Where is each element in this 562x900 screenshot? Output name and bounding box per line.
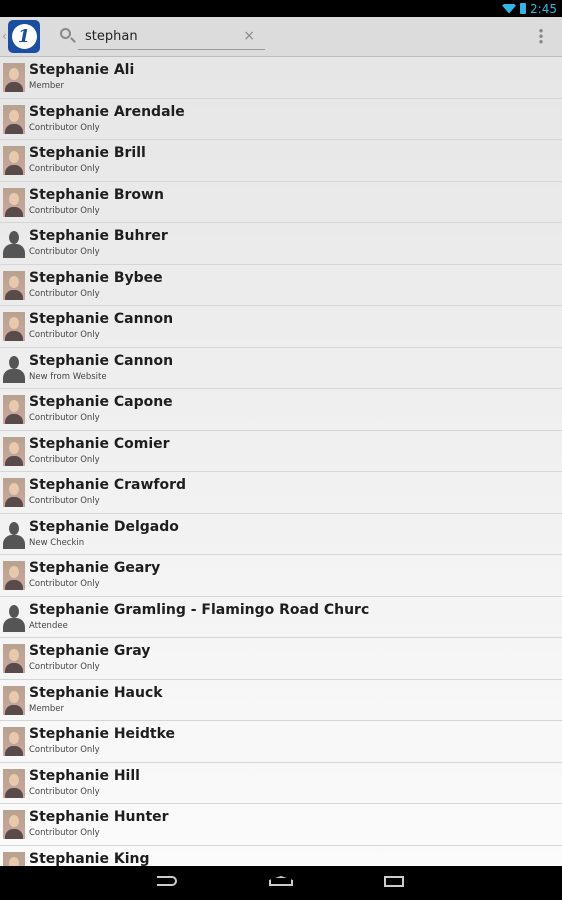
contact-role: Contributor Only [29,247,100,257]
contact-row[interactable]: Stephanie Delgado New Checkin [0,514,562,555]
contact-role: Contributor Only [29,662,100,672]
search-icon [60,28,71,39]
avatar [3,520,25,549]
contact-name: Stephanie Crawford [29,477,187,493]
avatar [3,810,25,839]
avatar [3,644,25,673]
contact-role: Contributor Only [29,579,100,589]
avatar [3,436,25,466]
avatar [3,685,25,715]
contact-name: Stephanie Hauck [29,684,163,701]
contact-row[interactable]: Stephanie Buhrer Contributor Only [0,223,562,265]
contact-role: Contributor Only [29,164,100,174]
avatar [3,395,25,424]
contact-role: Contributor Only [29,205,100,216]
contact-row[interactable]: Stephanie Brown Contributor Only [0,182,562,223]
contact-row[interactable]: Stephanie Capone Contributor Only [0,389,562,431]
contact-row[interactable]: Stephanie Crawford Contributor Only [0,472,562,514]
clear-search-icon[interactable]: × [243,28,255,44]
contact-row[interactable]: Stephanie Hill Contributor Only [0,763,562,804]
contact-name: Stephanie Cannon [29,352,174,369]
avatar [3,727,25,756]
contact-name: Stephanie Brill [29,145,146,161]
avatar [3,63,25,92]
contact-row[interactable]: Stephanie Gray Contributor Only [0,638,562,680]
navigation-bar [0,866,562,900]
avatar [3,851,25,866]
contact-row[interactable]: Stephanie Ali Member [0,57,562,99]
action-bar: ‹ 1 × [0,17,562,57]
home-icon[interactable] [269,876,293,886]
contact-role: Contributor Only [29,454,100,465]
contact-name: Stephanie Buhrer [29,228,168,244]
contact-role: Member [29,81,64,91]
avatar [3,187,25,217]
contact-name: Stephanie Hunter [29,809,169,825]
avatar [3,561,25,590]
contact-name: Stephanie Cannon [29,311,174,327]
contact-name: Stephanie Heidtke [29,726,175,742]
contact-name: Stephanie Hill [29,767,140,784]
contact-role: Contributor Only [29,413,100,423]
contact-name: Stephanie Gramling - Flamingo Road Churc [29,601,370,618]
contact-row[interactable]: Stephanie Cannon Contributor Only [0,306,562,348]
avatar [3,270,25,300]
avatar [3,229,25,258]
contact-role: Contributor Only [29,496,100,506]
contact-name: Stephanie King [29,850,150,867]
overflow-menu-icon[interactable] [539,28,543,44]
contact-role: Attendee [29,620,68,631]
avatar [3,603,25,632]
avatar [3,354,25,383]
avatar [3,768,25,798]
contact-name: Stephanie Bybee [29,269,163,286]
contact-role: New from Website [29,371,107,382]
contact-role: Contributor Only [29,122,100,133]
contact-role: New Checkin [29,537,85,548]
contact-row[interactable]: Stephanie King [0,846,562,867]
search-input[interactable] [78,23,228,49]
contact-row[interactable]: Stephanie Hunter Contributor Only [0,804,562,846]
contact-row[interactable]: Stephanie Comier Contributor Only [0,431,562,472]
contact-row[interactable]: Stephanie Brill Contributor Only [0,140,562,182]
contact-name: Stephanie Capone [29,394,173,410]
contact-name: Stephanie Arendale [29,103,185,120]
avatar [3,104,25,134]
contact-name: Stephanie Gray [29,643,151,659]
contact-list[interactable]: Stephanie Ali Member Stephanie Arendale … [0,57,562,866]
battery-icon [520,3,527,14]
contact-row[interactable]: Stephanie Geary Contributor Only [0,555,562,597]
contact-row[interactable]: Stephanie Bybee Contributor Only [0,265,562,306]
avatar [3,146,25,175]
contact-name: Stephanie Brown [29,186,164,203]
wifi-icon [502,3,517,14]
avatar [3,312,25,341]
contact-row[interactable]: Stephanie Arendale Contributor Only [0,99,562,140]
contact-row[interactable]: Stephanie Cannon New from Website [0,348,562,389]
avatar [3,478,25,507]
contact-role: Contributor Only [29,745,100,755]
contact-role: Contributor Only [29,786,100,797]
contact-name: Stephanie Geary [29,560,161,576]
search-field[interactable]: × [78,23,265,50]
contact-role: Member [29,703,64,714]
recent-apps-icon[interactable] [384,876,404,887]
app-logo[interactable]: 1 [8,20,40,53]
contact-name: Stephanie Delgado [29,518,179,535]
contact-name: Stephanie Ali [29,62,135,78]
contact-row[interactable]: Stephanie Heidtke Contributor Only [0,721,562,763]
contact-name: Stephanie Comier [29,435,170,452]
back-icon[interactable] [157,876,177,886]
up-caret-icon[interactable]: ‹ [2,29,7,43]
status-bar: 2:45 [0,0,562,17]
contact-row[interactable]: Stephanie Gramling - Flamingo Road Churc… [0,597,562,638]
contact-role: Contributor Only [29,330,100,340]
contact-row[interactable]: Stephanie Hauck Member [0,680,562,721]
clock: 2:45 [530,1,557,16]
contact-role: Contributor Only [29,288,100,299]
contact-role: Contributor Only [29,828,100,838]
